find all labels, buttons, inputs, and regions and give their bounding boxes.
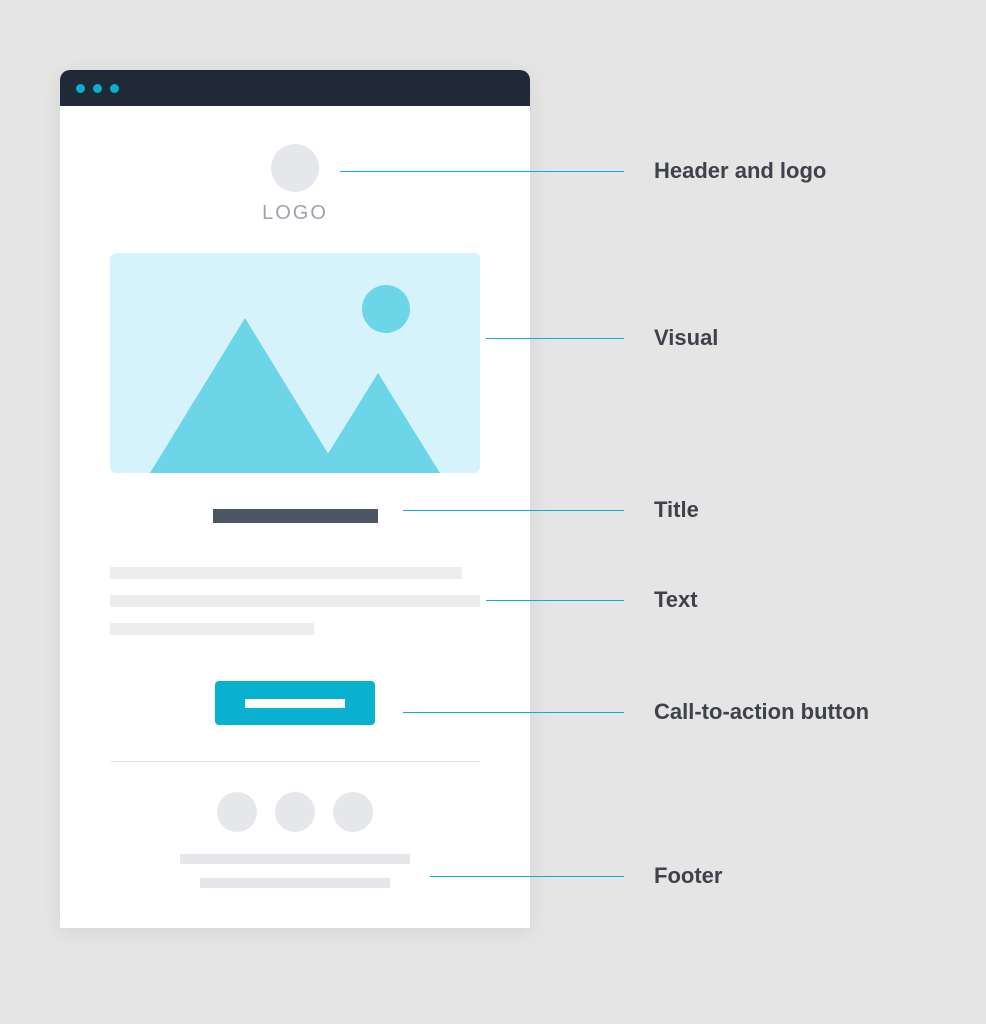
window-dot-icon [110, 84, 119, 93]
body-text-placeholder [110, 567, 480, 635]
sun-icon [362, 285, 410, 333]
window-dot-icon [93, 84, 102, 93]
social-icon[interactable] [333, 792, 373, 832]
window-dot-icon [76, 84, 85, 93]
text-line [110, 567, 462, 579]
annotation-text: Text [654, 587, 698, 613]
annotation-header-logo: Header and logo [654, 158, 826, 184]
social-icon[interactable] [275, 792, 315, 832]
hero-visual-placeholder [110, 253, 480, 473]
annotation-connector [486, 600, 624, 601]
text-line [110, 623, 314, 635]
logo-placeholder-icon [271, 144, 319, 192]
footer-divider [110, 761, 480, 762]
annotation-connector [486, 338, 624, 339]
mountain-icon [150, 318, 340, 473]
annotation-connector [430, 876, 624, 877]
text-line [110, 595, 480, 607]
title-placeholder [213, 509, 378, 523]
annotation-footer: Footer [654, 863, 722, 889]
footer-text-line [200, 878, 390, 888]
logo-label: LOGO [262, 202, 328, 225]
cta-label-placeholder [245, 699, 345, 708]
annotation-connector [403, 510, 624, 511]
mountain-icon [316, 373, 440, 473]
footer-text-line [180, 854, 410, 864]
annotation-cta: Call-to-action button [654, 699, 869, 725]
annotation-connector [403, 712, 624, 713]
cta-button-placeholder[interactable] [215, 681, 375, 725]
social-icons-row [217, 792, 373, 832]
email-wireframe: LOGO [60, 70, 530, 928]
annotation-connector [340, 171, 624, 172]
window-titlebar [60, 70, 530, 106]
footer-block [180, 792, 410, 888]
header-logo-block: LOGO [262, 144, 328, 225]
annotation-title: Title [654, 497, 699, 523]
annotation-visual: Visual [654, 325, 718, 351]
social-icon[interactable] [217, 792, 257, 832]
